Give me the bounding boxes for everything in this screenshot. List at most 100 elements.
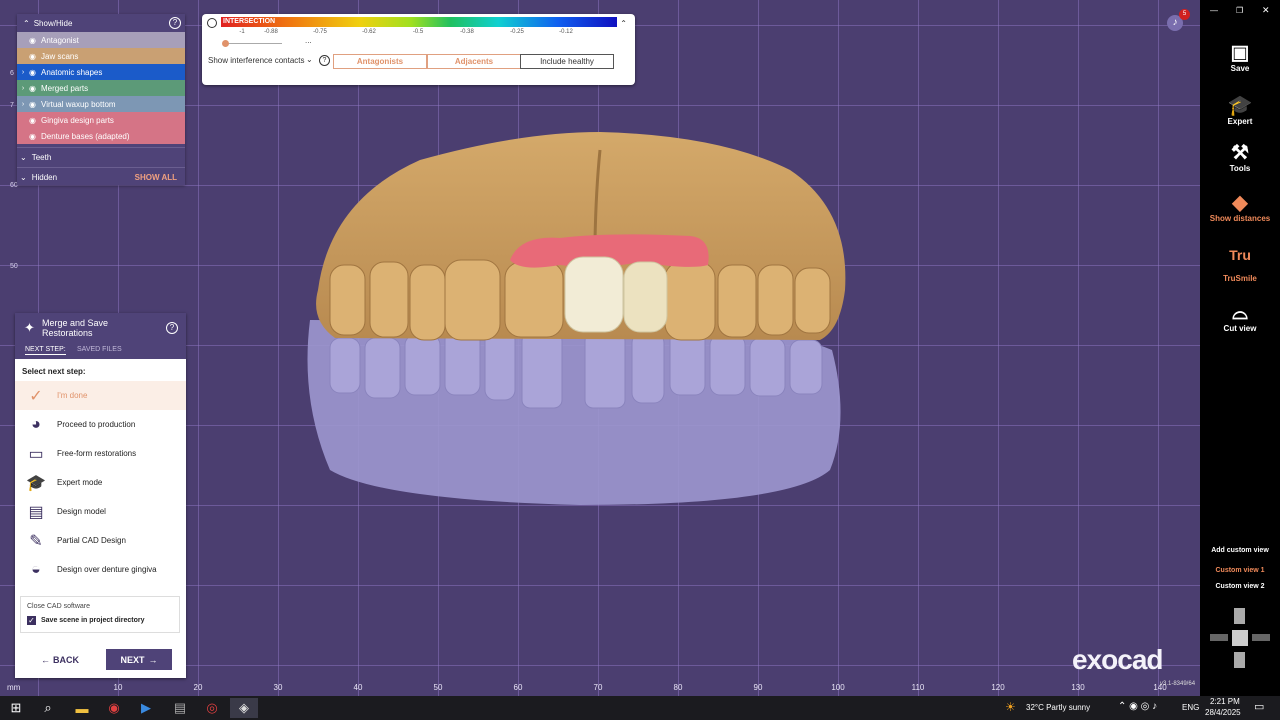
help-icon[interactable]: ?	[166, 322, 178, 334]
collapse-icon[interactable]: ⌃	[620, 19, 627, 28]
next-step-option[interactable]: ◒ Design over denture gingiva	[15, 555, 186, 584]
hidden-group[interactable]: ⌄ Hidden SHOW ALL	[17, 167, 185, 187]
chevron-down-icon[interactable]: ⌄	[306, 55, 313, 64]
view-left-icon[interactable]	[1210, 634, 1228, 641]
eye-icon[interactable]: ◉	[29, 36, 39, 45]
next-step-label: Expert mode	[57, 478, 103, 487]
tools-icon: ⚒	[1231, 142, 1249, 164]
ruler-tick: 130	[1071, 683, 1085, 692]
adjacents-button[interactable]: Adjacents	[427, 54, 521, 69]
show-hide-title: Show/Hide	[33, 18, 73, 28]
threshold-slider[interactable]	[222, 40, 282, 47]
notifications-icon[interactable]: ▭	[1254, 700, 1264, 713]
trusmile-button[interactable]: Tru TruSmile	[1200, 244, 1280, 283]
tree-item[interactable]: ◉ Antagonist	[17, 32, 185, 48]
help-icon[interactable]: ?	[319, 55, 330, 66]
colorbar-tick: -0.12	[559, 29, 573, 35]
help-icon[interactable]: ?	[169, 17, 181, 29]
ruler-tick: 80	[673, 683, 683, 692]
minimize-icon[interactable]: —	[1210, 6, 1218, 15]
slider-handle[interactable]	[222, 40, 229, 47]
custom-view-2-button[interactable]: Custom view 2	[1200, 583, 1280, 590]
tab-next-step[interactable]: NEXT STEP:	[25, 346, 66, 355]
eye-icon[interactable]: ◉	[29, 52, 39, 61]
colorbar-tick: -0.5	[412, 29, 424, 35]
clock-date[interactable]: 28/4/2025	[1205, 708, 1241, 717]
colorbar-tick: -0.62	[362, 29, 376, 35]
chevron-right-icon[interactable]: ›	[17, 101, 29, 108]
view-cube-navigator[interactable]	[1210, 606, 1270, 670]
next-step-option[interactable]: ▤ Design model	[15, 497, 186, 526]
tree-item[interactable]: ◉ Denture bases (adapted)	[17, 128, 185, 144]
next-step-option[interactable]: ✎ Partial CAD Design	[15, 526, 186, 555]
next-step-option[interactable]: 🎓 Expert mode	[15, 468, 186, 497]
view-top-icon[interactable]	[1234, 608, 1245, 624]
tools-button[interactable]: ⚒ Tools	[1200, 142, 1280, 173]
restore-icon[interactable]: ❐	[1236, 6, 1243, 15]
close-icon[interactable]: ✕	[1262, 5, 1270, 16]
save-button[interactable]: ▣ Save	[1200, 42, 1280, 73]
trusmile-icon: Tru	[1229, 247, 1251, 263]
next-button[interactable]: NEXT →	[106, 649, 172, 670]
hidden-label: Hidden	[31, 173, 58, 182]
tree-item[interactable]: › ◉ Virtual waxup bottom	[17, 96, 185, 112]
chrome-icon[interactable]: ◉	[100, 698, 128, 718]
show-all-button[interactable]: SHOW ALL	[135, 173, 177, 182]
app-icon[interactable]: ▶	[132, 698, 160, 718]
search-icon[interactable]: ⌕	[34, 698, 62, 718]
ruler-tick: 10	[113, 683, 123, 692]
app-icon[interactable]: ◎	[198, 698, 226, 718]
next-step-option[interactable]: ▭ Free-form restorations	[15, 439, 186, 468]
chevron-right-icon[interactable]: ›	[17, 85, 29, 92]
eye-icon[interactable]: ◉	[29, 132, 39, 141]
windows-start-icon[interactable]: ⊞	[2, 698, 30, 718]
view-bottom-icon[interactable]	[1234, 652, 1245, 668]
ruler-tick: 90	[753, 683, 763, 692]
tree-item-label: Gingiva design parts	[41, 115, 114, 125]
custom-view-1-button[interactable]: Custom view 1	[1200, 567, 1280, 574]
show-distances-button[interactable]: ◆ Show distances	[1200, 192, 1280, 223]
save-scene-checkbox[interactable]: ✓	[27, 616, 36, 625]
add-custom-view-button[interactable]: Add custom view	[1200, 547, 1280, 554]
antagonists-button[interactable]: Antagonists	[333, 54, 427, 69]
chevron-right-icon[interactable]: ›	[17, 69, 29, 76]
tree-item[interactable]: › ◉ Anatomic shapes	[17, 64, 185, 80]
exocad-taskbar-icon[interactable]: ◈	[230, 698, 258, 718]
cut-view-button[interactable]: ⌓ Cut view	[1200, 302, 1280, 333]
next-step-option[interactable]: ✓ I'm done	[15, 381, 186, 410]
design-model-icon: ▤	[28, 503, 44, 521]
language-label[interactable]: ENG	[1182, 703, 1199, 712]
chevron-down-icon: ⌄	[20, 153, 27, 162]
eye-icon[interactable]: ◉	[29, 68, 39, 77]
view-front-icon[interactable]	[1232, 630, 1248, 646]
merge-header: ✦ Merge and Save Restorations ? NEXT STE…	[15, 313, 186, 359]
distances-icon: ◆	[1232, 192, 1248, 214]
tree-item[interactable]: ◉ Jaw scans	[17, 48, 185, 64]
app-icon[interactable]: ▤	[166, 698, 194, 718]
view-right-icon[interactable]	[1252, 634, 1270, 641]
tray-icons[interactable]: ⌃ ◉ ◎ ♪	[1118, 701, 1157, 712]
tab-saved-files[interactable]: SAVED FILES	[77, 346, 122, 353]
ruler-tick: 70	[593, 683, 603, 692]
include-healthy-button[interactable]: Include healthy	[520, 54, 614, 69]
clock-time[interactable]: 2:21 PM	[1210, 697, 1240, 706]
show-hide-header[interactable]: ⌃ Show/Hide ?	[17, 14, 185, 32]
ruler-tick: 40	[353, 683, 363, 692]
teeth-group[interactable]: ⌄ Teeth	[17, 147, 185, 167]
eye-icon[interactable]: ◉	[29, 100, 39, 109]
tree-item-label: Anatomic shapes	[41, 67, 103, 77]
file-explorer-icon[interactable]: ▬	[68, 698, 96, 718]
next-step-option[interactable]: ◕ Proceed to production	[15, 410, 186, 439]
expert-label: Expert	[1227, 117, 1253, 126]
gauge-icon[interactable]	[207, 18, 217, 28]
eye-icon[interactable]: ◉	[29, 116, 39, 125]
expert-button[interactable]: 🎓 Expert	[1200, 95, 1280, 126]
eye-icon[interactable]: ◉	[29, 84, 39, 93]
ruler-unit: mm	[7, 683, 21, 692]
back-button[interactable]: ← BACK	[33, 650, 87, 669]
tree-item[interactable]: › ◉ Merged parts	[17, 80, 185, 96]
trusmile-label: TruSmile	[1223, 274, 1257, 283]
windows-taskbar: ⊞ ⌕ ▬ ◉ ▶ ▤ ◎ ◈ ☀ 32°C Partly sunny ⌃ ◉ …	[0, 696, 1280, 720]
tree-item[interactable]: ◉ Gingiva design parts	[17, 112, 185, 128]
freeform-icon: ▭	[28, 445, 44, 463]
